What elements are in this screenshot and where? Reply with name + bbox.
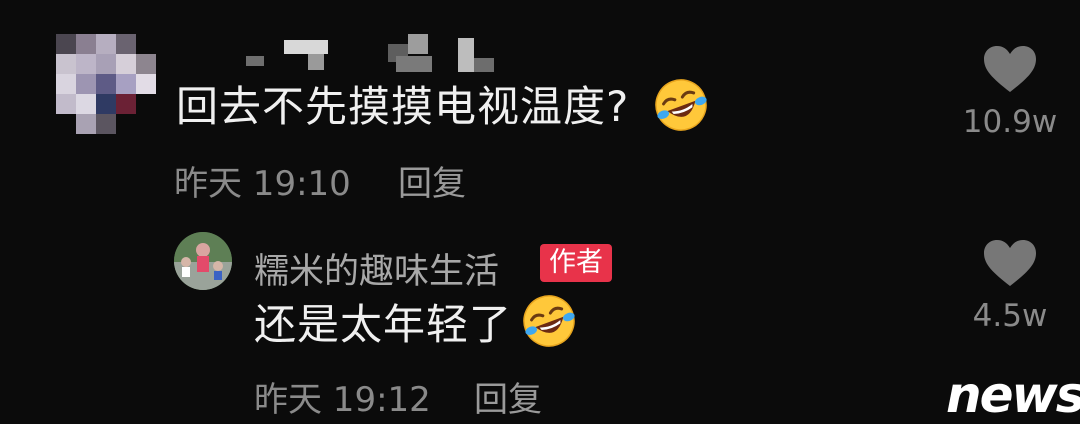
news-watermark: news xyxy=(946,366,1080,424)
like-heart-icon[interactable] xyxy=(982,44,1038,94)
like-heart-icon[interactable] xyxy=(982,238,1038,288)
comment-text: 回去不先摸摸电视温度? xyxy=(176,86,629,128)
reply-text: 还是太年轻了 xyxy=(254,304,512,346)
reply-body: 还是太年轻了 xyxy=(254,300,513,349)
like-count: 10.9w xyxy=(962,104,1058,140)
reply-button[interactable]: 回复 xyxy=(398,156,466,205)
reply-time: 昨天 19:12 xyxy=(254,380,431,420)
rofl-emoji-icon xyxy=(655,79,707,131)
comment-time: 昨天 19:10 xyxy=(174,164,351,204)
rofl-emoji-icon xyxy=(523,295,575,347)
commenter-avatar[interactable] xyxy=(56,34,156,134)
author-name[interactable]: 糯米的趣味生活 xyxy=(254,243,499,294)
author-avatar[interactable] xyxy=(174,232,232,290)
like-count: 4.5w xyxy=(972,298,1048,334)
reply-to-author-button[interactable]: 回复 xyxy=(474,372,542,421)
comment-body: 回去不先摸摸电视温度? xyxy=(176,82,630,131)
author-badge: 作者 xyxy=(540,244,612,283)
commenter-name-blurred xyxy=(246,34,506,74)
